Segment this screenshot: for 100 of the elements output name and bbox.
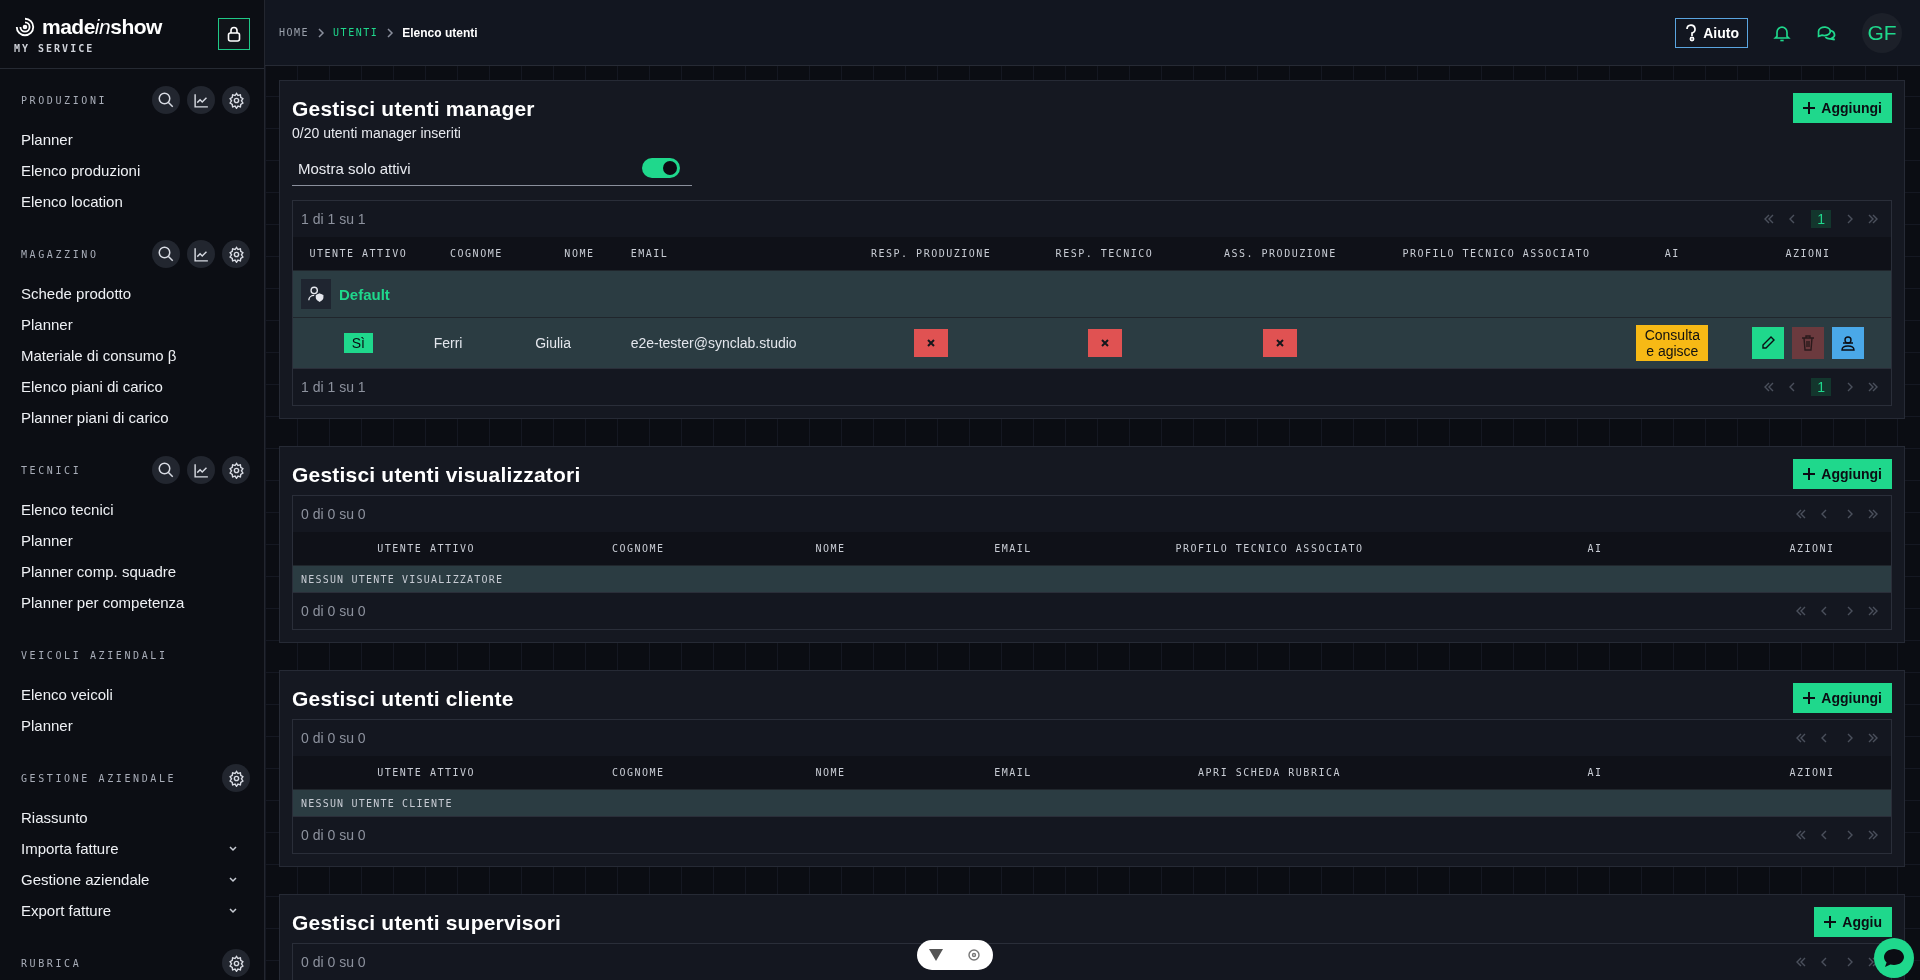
- column-header[interactable]: NOME: [564, 248, 595, 259]
- column-header[interactable]: NOME: [815, 767, 846, 778]
- sidebar-item[interactable]: Gestione aziendale: [21, 864, 250, 895]
- column-header[interactable]: ASS. PRODUZIONE: [1223, 248, 1337, 259]
- sidebar-item[interactable]: Elenco tecnici: [21, 494, 250, 525]
- sidebar-item[interactable]: Planner piani di carico: [21, 402, 250, 433]
- search-button[interactable]: [152, 86, 180, 114]
- column-header[interactable]: AI: [1587, 767, 1603, 778]
- sidebar-item[interactable]: Planner: [21, 710, 250, 741]
- first-page-icon[interactable]: [1795, 509, 1807, 519]
- card-title: Gestisci utenti manager: [292, 96, 535, 121]
- brand-subtitle: MY SERVICE: [14, 42, 96, 54]
- column-header[interactable]: AI: [1664, 248, 1680, 259]
- breadcrumb-link[interactable]: UTENTI: [333, 27, 379, 38]
- column-header[interactable]: AI: [1587, 543, 1603, 554]
- column-header[interactable]: COGNOME: [611, 767, 665, 778]
- crosshair-icon[interactable]: [966, 948, 981, 962]
- breadcrumb-link[interactable]: HOME: [279, 27, 310, 38]
- edit-button[interactable]: [1752, 327, 1785, 359]
- sidebar-item[interactable]: Materiale di consumo β: [21, 340, 250, 371]
- add-button[interactable]: Aggiu: [1814, 907, 1892, 937]
- range-text: 0 di 0 su 0: [301, 506, 366, 522]
- column-header[interactable]: EMAIL: [630, 248, 669, 259]
- column-header[interactable]: UTENTE ATTIVO: [377, 543, 476, 554]
- sidebar-item[interactable]: Export fatture: [21, 895, 250, 926]
- column-header[interactable]: UTENTE ATTIVO: [377, 767, 476, 778]
- sidebar-item[interactable]: Elenco piani di carico: [21, 371, 250, 402]
- page-number[interactable]: 1: [1811, 378, 1831, 396]
- settings-button[interactable]: [222, 240, 250, 268]
- search-button[interactable]: [152, 456, 180, 484]
- first-page-icon[interactable]: [1763, 214, 1776, 224]
- add-button[interactable]: Aggiungi: [1793, 93, 1892, 123]
- lock-icon: [227, 26, 241, 42]
- settings-button[interactable]: [222, 949, 250, 977]
- chevron-icon: [386, 27, 395, 38]
- chart-icon: [192, 91, 210, 109]
- chart-button[interactable]: [187, 456, 215, 484]
- search-icon: [157, 461, 175, 479]
- chart-button[interactable]: [187, 86, 215, 114]
- first-page-icon[interactable]: [1795, 733, 1807, 743]
- sidebar-item[interactable]: Planner: [21, 309, 250, 340]
- user-profile-button[interactable]: [1832, 327, 1865, 359]
- speech-bubble-icon: [1883, 948, 1905, 968]
- user-avatar[interactable]: GF: [1862, 12, 1902, 53]
- column-header[interactable]: AZIONI: [1785, 248, 1831, 259]
- sidebar-item[interactable]: Planner: [21, 525, 250, 556]
- sidebar-item[interactable]: Planner per competenza: [21, 587, 250, 618]
- card-title: Gestisci utenti cliente: [292, 686, 514, 711]
- ai-badge: Consulta e agisce: [1636, 325, 1709, 361]
- settings-button[interactable]: [222, 86, 250, 114]
- triangle-icon[interactable]: [928, 949, 943, 961]
- chart-icon: [192, 245, 210, 263]
- column-header[interactable]: EMAIL: [994, 767, 1032, 778]
- column-header[interactable]: AZIONI: [1789, 767, 1835, 778]
- range-text: 1 di 1 su 1: [301, 211, 366, 227]
- help-button[interactable]: Aiuto: [1675, 17, 1748, 48]
- chevron-icon: [228, 906, 238, 915]
- settings-icon: [227, 954, 245, 972]
- empty-message: NESSUN UTENTE CLIENTE: [301, 797, 453, 809]
- sidebar-item[interactable]: Elenco location: [21, 186, 250, 217]
- page-number[interactable]: 1: [1811, 210, 1831, 228]
- settings-button[interactable]: [222, 764, 250, 792]
- section-title: RUBRICA: [21, 957, 82, 969]
- range-text: 0 di 0 su 0: [301, 954, 366, 970]
- column-header[interactable]: NOME: [815, 543, 846, 554]
- column-header[interactable]: PROFILO TECNICO ASSOCIATO: [1175, 543, 1364, 554]
- column-header[interactable]: AZIONI: [1789, 543, 1835, 554]
- range-text: 0 di 0 su 0: [301, 827, 366, 843]
- first-page-icon[interactable]: [1763, 382, 1776, 392]
- chart-icon: [192, 461, 210, 479]
- column-header[interactable]: COGNOME: [450, 248, 503, 259]
- sidebar-item[interactable]: Elenco produzioni: [21, 155, 250, 186]
- first-page-icon[interactable]: [1795, 606, 1807, 616]
- add-button[interactable]: Aggiungi: [1793, 683, 1892, 713]
- sidebar-item[interactable]: Planner: [21, 124, 250, 155]
- add-button[interactable]: Aggiungi: [1793, 459, 1892, 489]
- plus-icon: [1803, 468, 1816, 480]
- sidebar-item[interactable]: Planner comp. squadre: [21, 556, 250, 587]
- empty-message: NESSUN UTENTE VISUALIZZATORE: [301, 573, 504, 585]
- sidebar-item[interactable]: Riassunto: [21, 802, 250, 833]
- column-header[interactable]: EMAIL: [994, 543, 1032, 554]
- lock-button[interactable]: [218, 18, 250, 50]
- toggle-switch[interactable]: [642, 158, 680, 178]
- search-button[interactable]: [152, 240, 180, 268]
- sidebar-item[interactable]: Importa fatture: [21, 833, 250, 864]
- column-header[interactable]: APRI SCHEDA RUBRICA: [1198, 767, 1341, 778]
- sidebar-item[interactable]: Schede prodotto: [21, 278, 250, 309]
- trash-icon: [1801, 335, 1816, 351]
- range-text: 0 di 0 su 0: [301, 603, 366, 619]
- first-page-icon[interactable]: [1795, 830, 1807, 840]
- filter-label: Mostra solo attivi: [298, 159, 411, 177]
- sidebar-item[interactable]: Elenco veicoli: [21, 679, 250, 710]
- column-header[interactable]: RESP. TECNICO: [1055, 248, 1154, 259]
- settings-button[interactable]: [222, 456, 250, 484]
- column-header[interactable]: COGNOME: [611, 543, 665, 554]
- delete-button[interactable]: [1792, 327, 1825, 359]
- search-icon: [157, 245, 175, 263]
- chart-button[interactable]: [187, 240, 215, 268]
- first-page-icon[interactable]: [1795, 957, 1807, 967]
- settings-icon: [227, 461, 245, 479]
